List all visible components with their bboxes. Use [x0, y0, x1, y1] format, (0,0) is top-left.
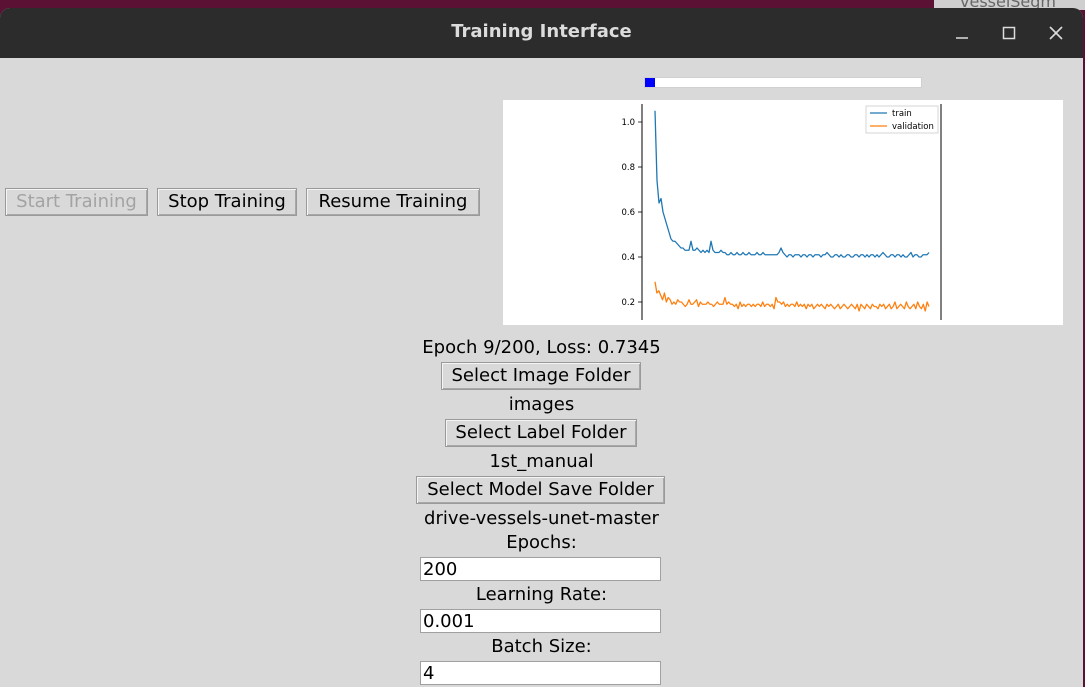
- select-model-save-folder-button[interactable]: Select Model Save Folder: [416, 476, 665, 504]
- loss-chart-svg: 0.2 0.4 0.6 0.8 1.0 train validation: [621, 104, 942, 320]
- model-save-folder-label: drive-vessels-unet-master: [424, 508, 659, 529]
- validation-series-line: [654, 281, 930, 312]
- window-title: Training Interface: [451, 21, 632, 42]
- main-content: Start Training Stop Training Resume Trai…: [0, 58, 1083, 687]
- resume-training-button[interactable]: Resume Training: [306, 188, 480, 216]
- training-window: Training Interface Start Training Stop T…: [0, 8, 1083, 687]
- epochs-label: Epochs:: [506, 532, 577, 553]
- stop-training-button[interactable]: Stop Training: [157, 188, 297, 216]
- y-tick-label: 1.0: [621, 118, 635, 128]
- learning-rate-label: Learning Rate:: [475, 584, 608, 605]
- start-training-button[interactable]: Start Training: [5, 188, 148, 216]
- select-image-folder-button[interactable]: Select Image Folder: [441, 362, 641, 390]
- progress-bar-fill: [645, 78, 655, 87]
- training-progress-bar: [644, 77, 922, 88]
- title-bar[interactable]: Training Interface: [0, 8, 1083, 58]
- epoch-loss-status: Epoch 9/200, Loss: 0.7345: [422, 337, 661, 358]
- loss-chart: 0.2 0.4 0.6 0.8 1.0 train validation: [503, 100, 1063, 325]
- legend-train-label: train: [892, 109, 912, 119]
- label-folder-label: 1st_manual: [489, 451, 594, 472]
- learning-rate-input[interactable]: [420, 609, 661, 633]
- y-tick-label: 0.4: [621, 253, 635, 263]
- minimize-icon[interactable]: [947, 18, 977, 48]
- maximize-icon[interactable]: [994, 18, 1024, 48]
- batch-size-input[interactable]: [420, 661, 661, 685]
- epochs-input[interactable]: [420, 557, 661, 581]
- y-tick-label: 0.2: [621, 298, 635, 308]
- chart-legend: train validation: [865, 105, 939, 134]
- y-tick-label: 0.8: [621, 163, 635, 173]
- close-icon[interactable]: [1041, 18, 1071, 48]
- batch-size-label: Batch Size:: [491, 636, 592, 657]
- y-tick-label: 0.6: [621, 208, 635, 218]
- select-label-folder-button[interactable]: Select Label Folder: [445, 419, 637, 447]
- image-folder-label: images: [508, 394, 575, 415]
- legend-validation-label: validation: [892, 122, 934, 132]
